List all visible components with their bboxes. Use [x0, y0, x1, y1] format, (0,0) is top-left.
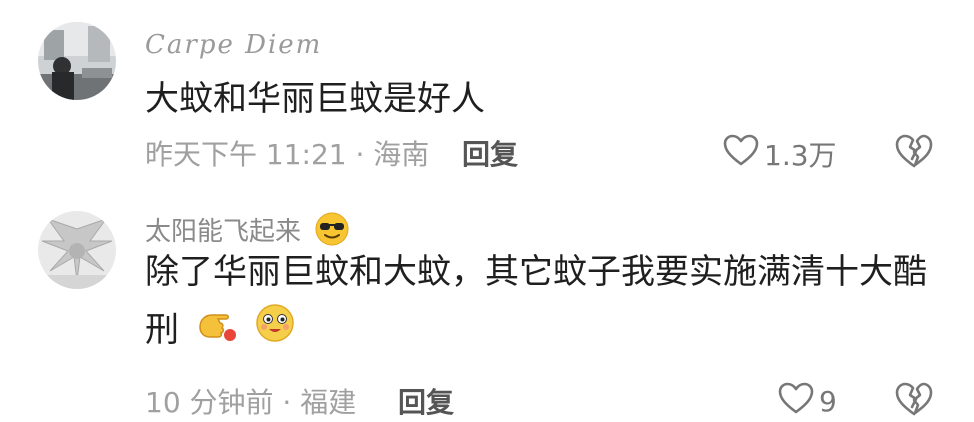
broken-heart-icon	[894, 134, 934, 173]
comment-text: 大蚊和华丽巨蚊是好人	[145, 79, 485, 119]
comment-item: 太阳能飞起来 除了华丽巨蚊和大蚊，其它蚊子我要实施满清十大酷刑 10 分钟前 ·…	[0, 195, 974, 422]
comment-meta: 10 分钟前 · 福建	[145, 386, 357, 419]
dislike-button[interactable]	[894, 381, 934, 421]
like-button[interactable]: 1.3万	[722, 133, 837, 174]
comment-username[interactable]: Carpe Diem	[145, 30, 322, 60]
avatar[interactable]	[38, 22, 116, 100]
reply-button[interactable]: 回复	[398, 381, 454, 421]
broken-heart-icon	[894, 382, 934, 421]
reply-button[interactable]: 回复	[462, 133, 518, 173]
like-count: 9	[819, 385, 837, 418]
smiling-face-emoji	[255, 303, 295, 361]
pointing-hand-emoji	[196, 303, 238, 361]
avatar[interactable]	[38, 211, 116, 289]
like-count: 1.3万	[764, 138, 837, 172]
heart-outline-icon	[777, 381, 815, 422]
like-button[interactable]: 9	[777, 381, 837, 422]
comment-item: Carpe Diem 大蚊和华丽巨蚊是好人 昨天下午 11:21 · 海南 回复…	[0, 0, 974, 190]
dislike-button[interactable]	[894, 133, 934, 173]
comment-meta: 昨天下午 11:21 · 海南	[145, 138, 430, 171]
heart-outline-icon	[722, 133, 760, 174]
comment-text: 除了华丽巨蚊和大蚊，其它蚊子我要实施满清十大酷刑	[145, 243, 945, 361]
